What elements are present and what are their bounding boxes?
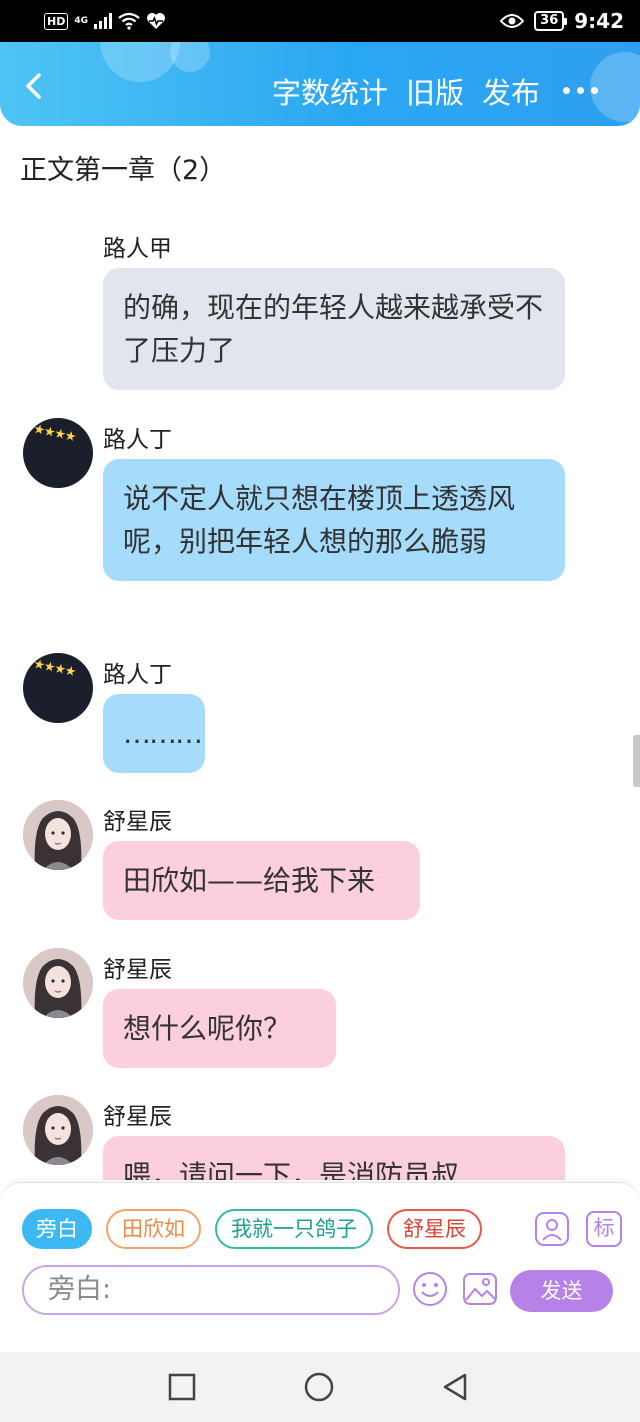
back-arrow-icon[interactable] [20,72,48,100]
decor-bubble [100,42,180,82]
eye-comfort-icon [500,14,525,28]
speaker-name: 舒星辰 [103,957,172,983]
role-chip-narrator[interactable]: 旁白 [22,1209,92,1249]
hd-badge: HD [44,12,69,30]
message-bubble[interactable]: 的确，现在的年轻人越来越承受不了压力了 [103,268,565,390]
triangle-back-icon[interactable] [441,1372,469,1402]
speaker-name: 路人丁 [103,427,172,453]
image-icon[interactable] [462,1271,498,1307]
star-decoration: ★★★★ [31,656,77,681]
network-type: 4G [74,15,88,26]
chat-list[interactable]: 路人甲 的确，现在的年轻人越来越承受不了压力了 ★★★★ 路人丁 说不定人就只想… [0,200,640,1180]
header-actions: 字数统计 旧版 发布 [272,70,540,112]
avatar[interactable] [23,1095,93,1165]
message-bubble[interactable]: 田欣如——给我下来 [103,841,420,920]
send-button[interactable]: 发送 [510,1270,613,1312]
status-bar: HD 4G 36 9:42 [0,0,640,42]
character-portrait-icon [23,1095,93,1165]
role-chip-tianxinru[interactable]: 田欣如 [106,1209,201,1249]
input-placeholder: 旁白: [48,1274,112,1305]
message-bubble[interactable]: 说不定人就只想在楼顶上透透风呢，别把年轻人想的那么脆弱 [103,459,565,581]
message-bubble[interactable]: 想什么呢你？ [103,989,336,1068]
more-options-icon[interactable] [563,87,598,94]
clock: 9:42 [574,9,624,33]
speaker-name: 舒星辰 [103,809,172,835]
emoji-icon[interactable] [412,1271,448,1307]
star-decoration: ★★★★ [31,421,77,446]
character-portrait-icon [23,800,93,870]
message-bubble[interactable]: 喂，请问一下，是消防员叔 [103,1136,565,1180]
signal-icon [94,13,112,29]
battery-icon: 36 [534,11,568,31]
old-version-button[interactable]: 旧版 [406,70,464,112]
status-left: HD 4G [44,10,166,32]
decor-bubble [170,42,210,72]
publish-button[interactable]: 发布 [482,70,540,112]
chapter-title: 正文第一章（2） [20,155,227,186]
role-selector: 旁白 田欣如 我就一只鸽子 舒星辰 [22,1209,482,1249]
speaker-name: 路人丁 [103,662,172,688]
top-header: 字数统计 旧版 发布 [0,42,640,126]
health-heart-icon [147,13,165,29]
compose-panel: 旁白 田欣如 我就一只鸽子 舒星辰 标 旁白: 发送 [0,1182,640,1352]
message-bubble[interactable]: ……… [103,694,205,773]
system-nav-bar [0,1352,640,1422]
speaker-name: 舒星辰 [103,1104,172,1130]
mark-label: 标 [593,1216,615,1240]
role-chip-shuxingchen[interactable]: 舒星辰 [387,1209,482,1249]
scroll-handle[interactable] [633,735,640,787]
avatar[interactable]: ★★★★ [23,653,93,723]
character-portrait-icon [23,948,93,1018]
message-input[interactable]: 旁白: [22,1265,400,1315]
avatar[interactable]: ★★★★ [23,418,93,488]
user-card-icon[interactable] [534,1211,570,1247]
avatar[interactable] [23,948,93,1018]
word-count-button[interactable]: 字数统计 [272,70,388,112]
wifi-icon [118,12,140,30]
speaker-name: 路人甲 [103,236,172,262]
mark-button[interactable]: 标 [586,1211,622,1247]
square-icon[interactable] [168,1373,196,1401]
status-right: 36 9:42 [500,8,624,34]
role-chip-pigeon[interactable]: 我就一只鸽子 [215,1209,373,1249]
avatar[interactable] [23,800,93,870]
circle-icon[interactable] [304,1372,334,1402]
